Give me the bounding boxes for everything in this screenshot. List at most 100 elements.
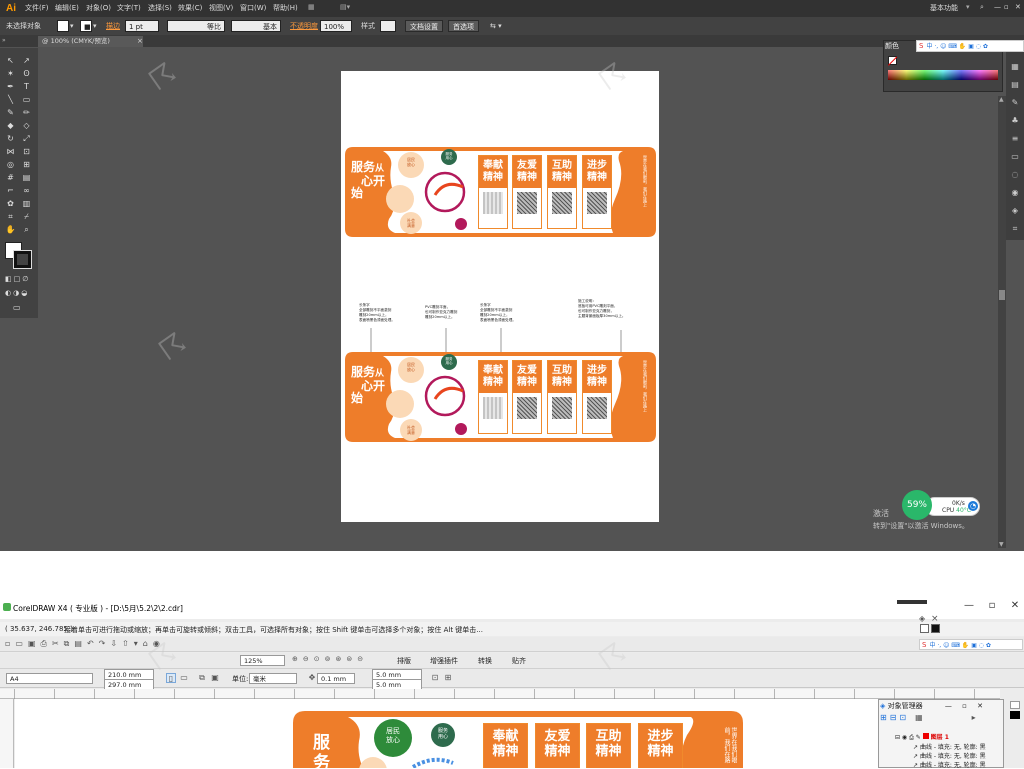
welcome-icon[interactable]: ⌂ — [143, 639, 148, 649]
color-spectrum[interactable] — [888, 70, 998, 80]
color-mode-icons[interactable]: ◧□∅ — [5, 275, 35, 283]
zoom-level-dropdown[interactable]: 125% — [240, 655, 285, 666]
ime-language-icon[interactable]: 中 ·, ☺ ⌨ ✋ ▣ ◌ ✿ — [923, 43, 987, 50]
opacity-field[interactable]: 100% — [320, 20, 352, 32]
rectangle-tool-icon[interactable]: ▭ — [21, 94, 32, 105]
om-object-row[interactable]: ↗ 曲线 - 填充: 无, 轮廓: 黑 — [895, 751, 1003, 760]
fill-color-swatch[interactable] — [920, 624, 929, 633]
redo-icon[interactable]: ↷ — [99, 639, 106, 649]
om-restore-icon[interactable]: ▫ — [954, 702, 967, 710]
landscape-icon[interactable]: ▭ — [179, 673, 189, 683]
perspective-grid-tool-icon[interactable]: ⊞ — [21, 159, 32, 170]
appearance-icon[interactable]: ◉ — [1006, 184, 1024, 202]
units-dropdown[interactable]: 毫米 — [249, 673, 297, 684]
import-icon[interactable]: ⇩ — [110, 639, 117, 649]
zoom-tool-icon[interactable]: ⌕ — [21, 224, 32, 235]
document-tab[interactable]: @ 100% (CMYK/预览) — [38, 36, 143, 47]
treat-as-filled-icon[interactable]: ⊡ — [430, 673, 440, 683]
stroke-swatch[interactable]: ■ — [80, 20, 92, 32]
menu-edit[interactable]: 编辑(E) — [55, 3, 79, 13]
om-close-icon[interactable]: ✕ — [969, 702, 983, 710]
layer-visible-icon[interactable]: ⊟ ◉ ⎙ ✎ — [895, 734, 921, 741]
portrait-icon[interactable]: ▯ — [166, 673, 176, 683]
selection-tool-icon[interactable]: ↖ — [5, 55, 16, 66]
screen-mode-icon[interactable]: ▭ — [13, 303, 21, 312]
close-button[interactable]: ✕ — [1015, 3, 1021, 11]
close-tab-icon[interactable]: × — [137, 37, 143, 45]
variable-width-profile[interactable]: 等比 — [167, 20, 225, 32]
blob-brush-tool-icon[interactable]: ◆ — [5, 120, 16, 131]
symbol-sprayer-tool-icon[interactable]: ✿ — [5, 198, 16, 209]
menu-object[interactable]: 对象(O) — [86, 3, 111, 13]
blend-tool-icon[interactable]: ∞ — [21, 185, 32, 196]
om-flyout-icon[interactable]: ▸ — [926, 713, 976, 722]
arrange-icon[interactable]: ⇆ ▾ — [490, 20, 502, 32]
stroke-dropdown-icon[interactable]: ▾ — [93, 20, 97, 32]
zoom-in-icon[interactable]: ⊕ — [292, 655, 298, 663]
fill-swatch[interactable] — [57, 20, 69, 32]
bridge-icon[interactable]: ▦ — [308, 3, 315, 11]
ime-language-icon[interactable]: 中 ·, ☺ ⌨ ✋ ▣ ◌ ✿ — [926, 642, 990, 649]
menu-file[interactable]: 文件(F) — [25, 3, 49, 13]
nudge-distance-field[interactable]: 0.1 mm — [317, 673, 355, 684]
workspace-switcher[interactable]: 基本功能 — [930, 3, 958, 13]
scroll-down-icon[interactable]: ▼ — [999, 541, 1004, 548]
zoom-height-icon[interactable]: ⊝ — [357, 655, 363, 663]
scale-tool-icon[interactable]: ⤢ — [21, 133, 32, 144]
stroke-color-icon[interactable] — [13, 250, 32, 269]
fill-stroke-widget[interactable] — [5, 242, 33, 270]
ime-toolbar[interactable]: S中 ·, ☺ ⌨ ✋ ▣ ◌ ✿ — [916, 40, 1024, 52]
zoom-selected-icon[interactable]: ⊙ — [314, 655, 320, 663]
memory-percentage[interactable]: 59% — [902, 490, 932, 520]
cd-minimize-button[interactable]: — — [962, 600, 976, 611]
free-transform-tool-icon[interactable]: ⊡ — [21, 146, 32, 157]
restore-button[interactable]: ▫ — [1004, 3, 1009, 11]
opacity-link[interactable]: 不透明度 — [290, 20, 318, 32]
snap-options-icon[interactable]: ⊞ — [443, 673, 453, 683]
undo-icon[interactable]: ↶ — [87, 639, 94, 649]
layer-manager-view-icon[interactable]: ⊡ — [899, 713, 906, 722]
page-size-dropdown[interactable]: A4 — [6, 673, 93, 684]
scroll-up-icon[interactable]: ▲ — [999, 96, 1004, 103]
workspace-dropdown-icon[interactable]: ▾ — [966, 3, 970, 11]
zoom-out-icon[interactable]: ⊖ — [303, 655, 309, 663]
pencil-tool-icon[interactable]: ✏ — [21, 107, 32, 118]
preferences-button[interactable]: 首选项 — [448, 20, 479, 32]
current-page-icon[interactable]: ▣ — [210, 673, 220, 683]
brushes-icon[interactable]: ✎ — [1006, 94, 1024, 112]
arrange-docs-icon[interactable]: ▤▾ — [340, 3, 350, 11]
artboard[interactable] — [341, 71, 659, 522]
zoom-all-icon[interactable]: ⊚ — [325, 655, 331, 663]
menu-convert[interactable]: 转换 — [478, 656, 492, 666]
app-launcher-icon[interactable]: ▾ — [134, 639, 138, 649]
eyedropper-tool-icon[interactable]: ⌐ — [5, 185, 16, 196]
vertical-scroll-thumb[interactable] — [999, 290, 1005, 300]
minimize-button[interactable]: — — [994, 3, 1001, 11]
type-tool-icon[interactable]: T — [21, 81, 32, 92]
menu-select[interactable]: 选择(S) — [148, 3, 172, 13]
menu-view[interactable]: 视图(V) — [209, 3, 233, 13]
color-panel-tab[interactable]: 颜色 — [885, 41, 899, 51]
om-object-row[interactable]: ↗ 曲线 - 填充: 无, 轮廓: 黑 — [895, 742, 1003, 751]
color-guide-icon[interactable]: ▦ — [1006, 58, 1024, 76]
draw-mode-icons[interactable]: ◐◑◒ — [5, 289, 35, 297]
new-doc-icon[interactable]: ▫ — [5, 639, 10, 649]
gradient-tool-icon[interactable]: ▤ — [21, 172, 32, 183]
swatches-icon[interactable]: ▤ — [1006, 76, 1024, 94]
width-tool-icon[interactable]: ⋈ — [5, 146, 16, 157]
hand-tool-icon[interactable]: ✋ — [5, 224, 16, 235]
copy-icon[interactable]: ⧉ — [64, 639, 70, 649]
print-icon[interactable]: ⎙ — [41, 639, 47, 649]
direct-selection-tool-icon[interactable]: ↗ — [21, 55, 32, 66]
magic-wand-tool-icon[interactable]: ✶ — [5, 68, 16, 79]
cd-color-palette[interactable] — [1006, 699, 1024, 768]
palette-white-swatch[interactable] — [1010, 701, 1020, 709]
graphic-style-swatch[interactable] — [380, 20, 396, 32]
om-layer-row[interactable]: ⊟ ◉ ⎙ ✎ 图层 1 — [895, 732, 1003, 742]
gradient-panel-icon[interactable]: ▭ — [1006, 148, 1024, 166]
pen-tool-icon[interactable]: ✒ — [5, 81, 16, 92]
artboards-icon[interactable]: ⌗ — [1006, 220, 1024, 238]
zoom-width-icon[interactable]: ⊜ — [346, 655, 352, 663]
cd-close-button[interactable]: ✕ — [1008, 600, 1022, 611]
show-properties-icon[interactable]: ⊞ — [880, 713, 887, 722]
